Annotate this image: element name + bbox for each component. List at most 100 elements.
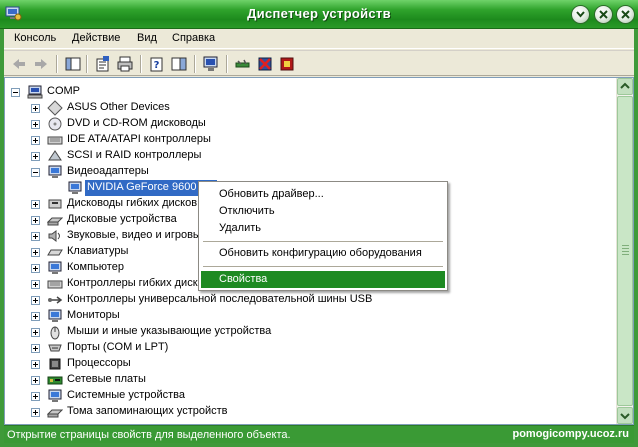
expand-expander[interactable] xyxy=(31,152,40,161)
tree-item-label: Дисководы гибких дисков xyxy=(67,197,198,209)
menu-console[interactable]: Консоль xyxy=(14,32,56,44)
computer-icon xyxy=(48,261,62,274)
menu-action[interactable]: Действие xyxy=(72,32,120,44)
toolbar-separator xyxy=(86,55,88,73)
toolbar-separator xyxy=(194,55,196,73)
vertical-scrollbar[interactable] xyxy=(616,78,633,424)
show-hide-tree-icon[interactable] xyxy=(64,55,82,73)
tree-item-label-selected: NVIDIA GeForce 9600 GT xyxy=(85,180,217,196)
expand-expander[interactable] xyxy=(31,344,40,353)
tree-item-system-devices[interactable]: Системные устройства xyxy=(5,388,617,404)
expand-expander[interactable] xyxy=(31,264,40,273)
ctx-item-label: Свойства xyxy=(219,273,268,285)
scroll-up-button[interactable] xyxy=(617,78,633,95)
tree-item-label: Дисковые устройства xyxy=(67,213,177,225)
expand-expander[interactable] xyxy=(31,216,40,225)
other-devices-icon xyxy=(47,100,63,116)
tree-item-label: Контроллеры гибких дисков xyxy=(67,277,210,289)
tree-item-label: Компьютер xyxy=(67,261,124,273)
ctx-update-driver[interactable]: Обновить драйвер... xyxy=(201,186,445,203)
grip-line xyxy=(622,245,629,246)
expand-expander[interactable] xyxy=(31,408,40,417)
tree-item-label: DVD и CD-ROM дисководы xyxy=(67,117,206,129)
storage-volume-icon xyxy=(47,409,63,418)
forward-arrow-icon[interactable] xyxy=(32,55,50,73)
keyboard-icon xyxy=(47,249,63,256)
expand-expander[interactable] xyxy=(31,200,40,209)
expand-expander[interactable] xyxy=(31,312,40,321)
back-arrow-icon[interactable] xyxy=(10,55,28,73)
expand-expander[interactable] xyxy=(31,280,40,289)
tree-item-label: Контроллеры универсальной последовательн… xyxy=(67,293,373,305)
tree-item-label: ASUS Other Devices xyxy=(67,101,170,113)
ctx-disable[interactable]: Отключить xyxy=(201,203,445,220)
tree-item-storage-volumes[interactable]: Тома запоминающих устройств xyxy=(5,404,617,420)
tree-item-label: Видеоадаптеры xyxy=(67,165,149,177)
tree-item-scsi-raid[interactable]: SCSI и RAID контроллеры xyxy=(5,148,617,164)
ctx-uninstall[interactable]: Удалить xyxy=(201,220,445,237)
computer-monitor-icon[interactable] xyxy=(202,55,220,73)
grip-line xyxy=(622,251,629,252)
menu-bar: Консоль Действие Вид Справка xyxy=(4,29,634,49)
tree-item-ide-controllers[interactable]: IDE ATA/ATAPI контроллеры xyxy=(5,132,617,148)
mouse-icon xyxy=(50,326,60,340)
tree-item-display-adapters[interactable]: Видеоадаптеры xyxy=(5,164,617,180)
expand-expander[interactable] xyxy=(31,104,40,113)
tree-root-label: COMP xyxy=(47,85,80,97)
ctx-item-label: Обновить конфигурацию оборудования xyxy=(219,247,422,259)
cpu-icon xyxy=(49,358,61,370)
console-tree-icon[interactable] xyxy=(170,55,188,73)
expand-expander[interactable] xyxy=(31,136,40,145)
dvd-drive-icon xyxy=(48,117,62,131)
disable-device-icon[interactable] xyxy=(278,55,296,73)
tree-item-label: Тома запоминающих устройств xyxy=(67,405,228,417)
properties-icon[interactable] xyxy=(94,55,112,73)
tree-item-ports[interactable]: Порты (COM и LPT) xyxy=(5,340,617,356)
menu-view[interactable]: Вид xyxy=(137,32,157,44)
tree-item-usb-controllers[interactable]: Контроллеры универсальной последовательн… xyxy=(5,292,617,308)
tree-item-dvd-cdrom[interactable]: DVD и CD-ROM дисководы xyxy=(5,116,617,132)
expand-expander[interactable] xyxy=(31,232,40,241)
monitor-icon xyxy=(48,309,62,322)
close-button[interactable] xyxy=(616,5,635,24)
uninstall-icon[interactable] xyxy=(256,55,274,73)
menu-help[interactable]: Справка xyxy=(172,32,215,44)
system-device-icon xyxy=(48,389,62,402)
ctx-scan-hardware[interactable]: Обновить конфигурацию оборудования xyxy=(201,245,445,262)
arrow-up-icon xyxy=(620,82,630,89)
ctx-properties[interactable]: Свойства xyxy=(201,271,445,288)
tree-item-asus-other-devices[interactable]: ASUS Other Devices xyxy=(5,100,617,116)
minimize-button[interactable] xyxy=(571,5,590,24)
tree-item-mice[interactable]: Мыши и иные указывающие устройства xyxy=(5,324,617,340)
expand-expander[interactable] xyxy=(31,248,40,257)
scroll-thumb[interactable] xyxy=(617,96,633,406)
expand-expander[interactable] xyxy=(31,376,40,385)
sound-icon xyxy=(48,230,60,242)
collapse-expander[interactable] xyxy=(11,88,20,97)
tree-item-network-adapters[interactable]: Сетевые платы xyxy=(5,372,617,388)
svg-text:?: ? xyxy=(154,60,160,71)
expand-expander[interactable] xyxy=(31,328,40,337)
device-manager-window: Диспетчер устройств Консоль Действие Вид… xyxy=(0,0,638,447)
display-adapter-icon xyxy=(48,165,62,178)
help-icon[interactable]: ? xyxy=(148,55,166,73)
expand-expander[interactable] xyxy=(31,296,40,305)
usb-icon xyxy=(48,296,63,304)
title-bar[interactable]: Диспетчер устройств xyxy=(0,0,638,29)
expand-expander[interactable] xyxy=(31,360,40,369)
expand-expander[interactable] xyxy=(31,392,40,401)
expand-expander[interactable] xyxy=(31,120,40,129)
scan-hardware-icon[interactable] xyxy=(234,55,252,73)
ide-controller-icon xyxy=(47,136,63,145)
tree-item-processors[interactable]: Процессоры xyxy=(5,356,617,372)
close-circle-button[interactable] xyxy=(594,5,613,24)
tree-item-label: Мыши и иные указывающие устройства xyxy=(67,325,272,337)
tree-root[interactable]: COMP xyxy=(5,84,617,100)
watermark-text: pomogicompy.ucoz.ru xyxy=(512,428,629,440)
print-icon[interactable] xyxy=(116,55,134,73)
scroll-down-button[interactable] xyxy=(617,407,633,424)
toolbar-separator xyxy=(140,55,142,73)
tree-item-monitors[interactable]: Мониторы xyxy=(5,308,617,324)
gpu-icon xyxy=(68,181,82,194)
collapse-expander[interactable] xyxy=(31,168,40,177)
